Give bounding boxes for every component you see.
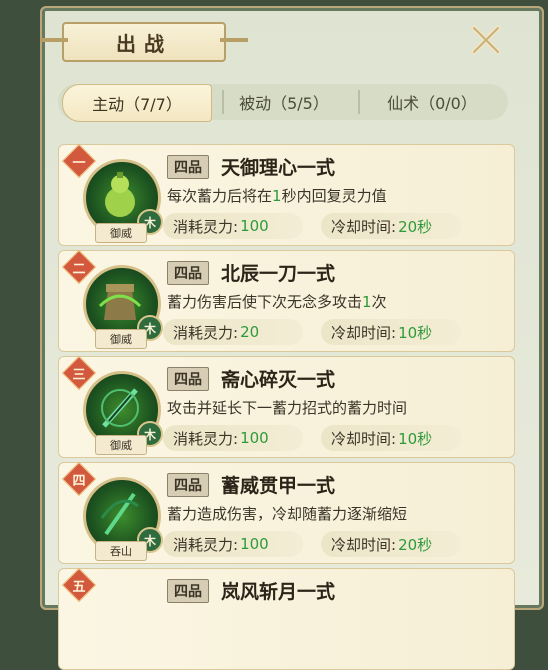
cooldown-stat: 冷却时间: 20秒 [321, 531, 461, 557]
school-label: 御威 [95, 435, 147, 455]
gourd-icon [105, 172, 135, 217]
tab-divider [358, 90, 360, 114]
school-label: 吞山 [95, 541, 147, 561]
cost-stat: 消耗灵力: 100 [163, 425, 303, 451]
skill-card[interactable]: 三 木 御威 四品 斋心碎灭一式 攻击并延长下一蓄力招式的蓄力时间 消耗灵力: 1… [58, 356, 515, 458]
cooldown-stat: 冷却时间: 10秒 [321, 425, 461, 451]
urn-icon [98, 284, 142, 320]
grade-tag: 四品 [167, 473, 209, 497]
skill-card[interactable]: 四 木 吞山 四品 蓄威贯甲一式 蓄力造成伤害，冷却随蓄力逐渐缩短 消耗灵力: 1… [58, 462, 515, 564]
skill-desc: 蓄力伤害后使下次无念多攻击1次 [167, 293, 387, 311]
tab-active[interactable]: 主动（7/7） [62, 84, 212, 122]
cost-stat: 消耗灵力: 100 [163, 531, 303, 557]
skill-card[interactable]: 五 四品 岚风斩月一式 [58, 568, 515, 670]
tab-passive[interactable]: 被动（5/5） [214, 84, 354, 120]
skill-name: 北辰一刀一式 [221, 263, 336, 285]
skill-desc: 蓄力造成伤害，冷却随蓄力逐渐缩短 [167, 505, 408, 523]
cooldown-stat: 冷却时间: 20秒 [321, 213, 461, 239]
grade-tag: 四品 [167, 579, 209, 603]
skill-desc: 攻击并延长下一蓄力招式的蓄力时间 [167, 399, 408, 417]
skill-name: 斋心碎灭一式 [221, 369, 336, 391]
school-label: 御威 [95, 329, 147, 349]
spear-icon [100, 492, 139, 536]
school-label: 御威 [95, 223, 147, 243]
tab-bar: 主动（7/7） 被动（5/5） 仙术（0/0） [58, 84, 508, 122]
close-button[interactable] [466, 20, 506, 60]
rank-badge: 五 [62, 568, 96, 602]
skill-name: 蓄威贯甲一式 [221, 475, 336, 497]
grade-tag: 四品 [167, 155, 209, 179]
skill-card[interactable]: 一 木 御威 四品 天御理心一式 每次蓄力后将在1秒内回复灵力值 消耗灵力: 10… [58, 144, 515, 246]
page-title: 出战 [40, 22, 248, 62]
skill-desc: 每次蓄力后将在1秒内回复灵力值 [167, 187, 387, 205]
cost-stat: 消耗灵力: 100 [163, 213, 303, 239]
grade-tag: 四品 [167, 261, 209, 285]
skill-card[interactable]: 二 木 御威 四品 北辰一刀一式 蓄力伤害后使下次无念多攻击1次 消耗灵力: 20… [58, 250, 515, 352]
grade-tag: 四品 [167, 367, 209, 391]
cooldown-stat: 冷却时间: 10秒 [321, 319, 461, 345]
cost-stat: 消耗灵力: 20 [163, 319, 303, 345]
tab-spell[interactable]: 仙术（0/0） [362, 84, 502, 120]
skill-name: 岚风斩月一式 [221, 581, 336, 603]
close-icon [471, 25, 501, 55]
blade-icon [101, 388, 139, 428]
skill-name: 天御理心一式 [221, 157, 336, 179]
